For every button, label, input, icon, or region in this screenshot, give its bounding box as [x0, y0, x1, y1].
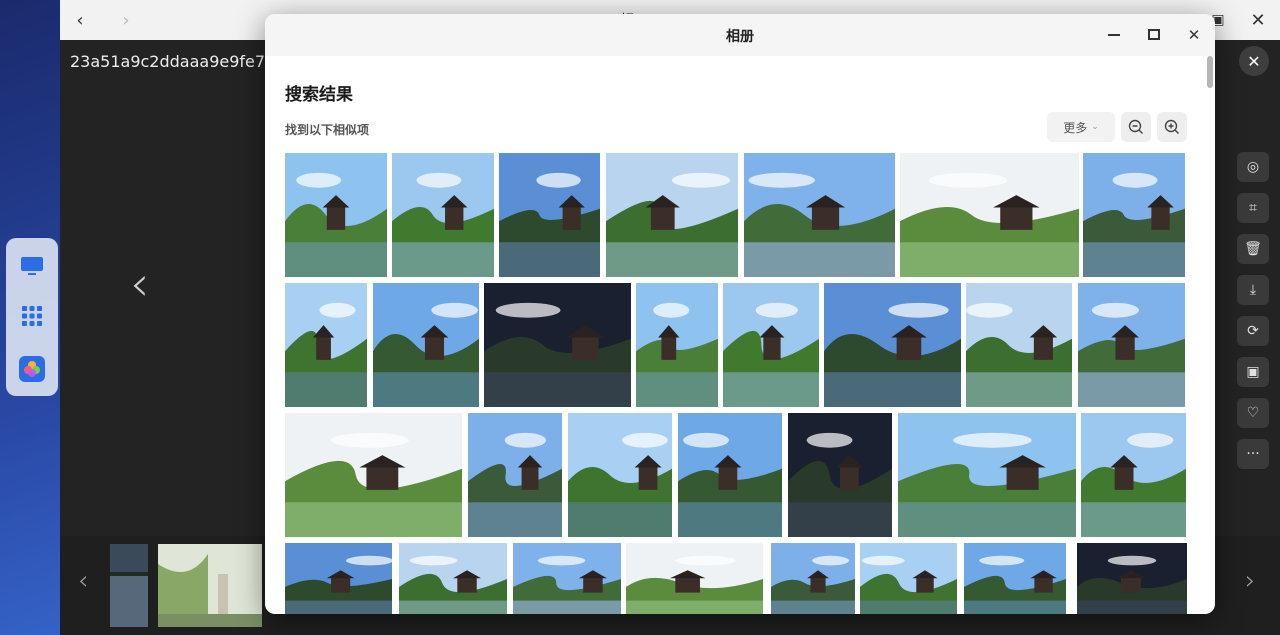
rotate-icon[interactable]: ⟳: [1237, 316, 1269, 346]
more-label: 更多: [1063, 120, 1088, 135]
download-icon[interactable]: ⤓: [1237, 275, 1269, 305]
photo-thumbnail[interactable]: [824, 283, 961, 407]
album-app-icon[interactable]: [18, 355, 46, 383]
viewer-close-icon[interactable]: ✕: [1240, 0, 1276, 40]
favorite-icon[interactable]: ♡: [1237, 398, 1269, 428]
previous-image-arrow-icon[interactable]: ‹: [130, 256, 149, 312]
ocr-icon[interactable]: ⌗: [1237, 193, 1269, 223]
viewer-side-toolbar: ◎ ⌗ 🗑 ⤓ ⟳ ▣ ♡ ···: [1237, 152, 1269, 480]
photo-thumbnail[interactable]: [285, 413, 462, 537]
close-viewer-button[interactable]: ✕: [1239, 46, 1269, 76]
photo-thumbnail[interactable]: [399, 543, 507, 614]
forward-arrow-icon[interactable]: ›: [108, 0, 144, 40]
actual-size-icon[interactable]: ▣: [1237, 357, 1269, 387]
photo-thumbnail[interactable]: [966, 283, 1072, 407]
photo-thumbnail[interactable]: [568, 413, 672, 537]
image-search-icon[interactable]: ◎: [1237, 152, 1269, 182]
photo-thumbnail[interactable]: [285, 543, 392, 614]
maximize-icon[interactable]: [1139, 20, 1169, 50]
results-title: 搜索结果: [285, 85, 353, 105]
close-icon[interactable]: ✕: [1179, 20, 1209, 50]
zoom-in-icon[interactable]: [1157, 112, 1187, 142]
photo-thumbnail[interactable]: [484, 283, 631, 407]
photo-thumbnail[interactable]: [636, 283, 718, 407]
results-subtitle: 找到以下相似项: [285, 123, 370, 137]
photo-grid: [265, 14, 1215, 614]
dialog-titlebar: 相册 ✕: [265, 14, 1215, 56]
photo-thumbnail[interactable]: [1078, 283, 1185, 407]
filmstrip-next-icon[interactable]: ›: [1245, 566, 1255, 596]
photo-thumbnail[interactable]: [513, 543, 621, 614]
photo-thumbnail[interactable]: [900, 153, 1079, 277]
minimize-icon[interactable]: [1099, 20, 1129, 50]
photo-thumbnail[interactable]: [771, 543, 855, 614]
photo-thumbnail[interactable]: [606, 153, 738, 277]
scrollbar-thumb[interactable]: [1207, 56, 1213, 88]
photo-thumbnail[interactable]: [788, 413, 892, 537]
launcher-grid-icon[interactable]: [18, 302, 46, 330]
photo-thumbnail[interactable]: [1083, 153, 1185, 277]
desktop-icon[interactable]: [18, 252, 46, 280]
photo-thumbnail[interactable]: [373, 283, 479, 407]
photo-thumbnail[interactable]: [285, 153, 387, 277]
photo-thumbnail[interactable]: [1077, 543, 1187, 614]
photo-thumbnail[interactable]: [964, 543, 1066, 614]
dock: [6, 238, 58, 396]
photo-thumbnail[interactable]: [860, 543, 957, 614]
viewer-filename: 23a51a9c2ddaaa9e9fe72f8: [70, 52, 270, 71]
chevron-down-icon: ⌄: [1091, 122, 1099, 132]
photo-thumbnail[interactable]: [499, 153, 600, 277]
photo-thumbnail[interactable]: [285, 283, 367, 407]
photo-thumbnail[interactable]: [723, 283, 819, 407]
photo-thumbnail[interactable]: [744, 153, 895, 277]
photo-thumbnail[interactable]: [898, 413, 1076, 537]
more-dropdown-button[interactable]: 更多 ⌄: [1047, 112, 1115, 142]
more-icon[interactable]: ···: [1237, 439, 1269, 469]
back-arrow-icon[interactable]: ‹: [62, 0, 98, 40]
dialog-title: 相册: [726, 29, 754, 45]
film-thumbnail[interactable]: [110, 544, 148, 627]
photo-thumbnail[interactable]: [678, 413, 782, 537]
photo-thumbnail[interactable]: [392, 153, 494, 277]
photo-thumbnail[interactable]: [626, 543, 763, 614]
filmstrip-prev-icon[interactable]: ‹: [78, 566, 88, 596]
photo-thumbnail[interactable]: [1081, 413, 1186, 537]
album-dialog: 相册 ✕ 搜索结果 找到以下相似项 更多 ⌄: [265, 14, 1215, 614]
film-thumbnail[interactable]: [158, 544, 262, 627]
photo-thumbnail[interactable]: [468, 413, 562, 537]
zoom-out-icon[interactable]: [1121, 112, 1151, 142]
delete-icon[interactable]: 🗑: [1237, 234, 1269, 264]
